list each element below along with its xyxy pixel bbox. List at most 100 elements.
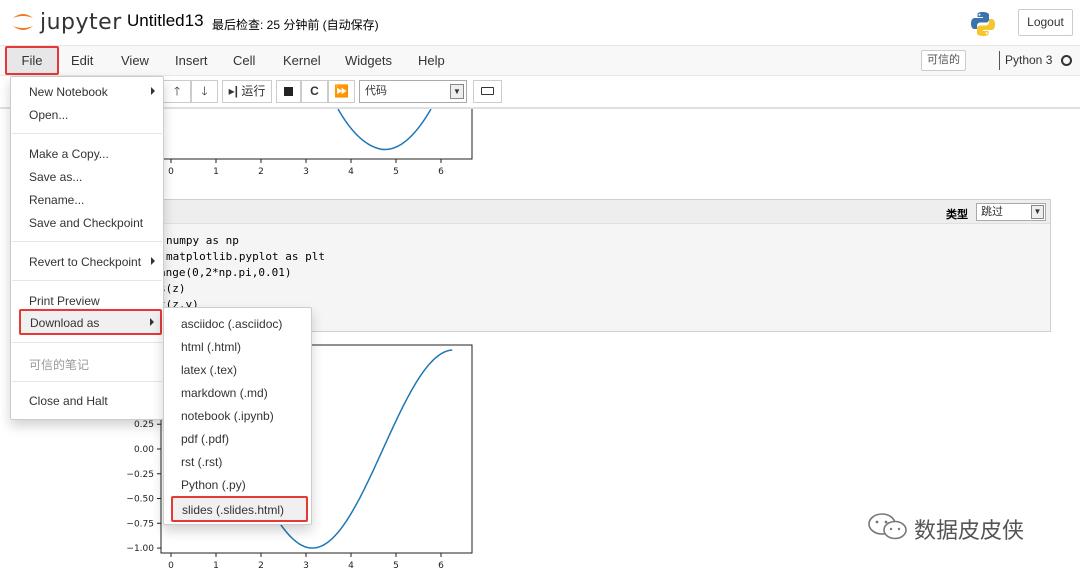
x-tick-label: 3 [303, 561, 309, 571]
menu-item-rename[interactable]: Rename... [29, 193, 84, 207]
menu-item-save-checkpoint[interactable]: Save and Checkpoint [29, 216, 143, 230]
fast-forward-icon: ⏩ [334, 84, 349, 98]
menu-help[interactable]: Help [418, 53, 445, 68]
y-tick-label: −0.75 [126, 519, 154, 529]
download-python[interactable]: Python (.py) [181, 478, 246, 492]
top-plot: 0 1 2 3 4 5 6 [160, 109, 473, 177]
logout-button[interactable]: Logout [1018, 9, 1073, 36]
menu-widgets[interactable]: Widgets [345, 53, 392, 68]
stop-icon [284, 87, 293, 96]
trusted-indicator[interactable]: 可信的 [921, 50, 966, 71]
wechat-icon [868, 513, 907, 540]
download-rst[interactable]: rst (.rst) [181, 455, 222, 469]
jupyter-logo-icon [13, 14, 33, 30]
menu-item-download-as[interactable]: Download as [19, 309, 162, 335]
code-line-2: matplotlib.pyplot as plt [166, 250, 325, 263]
menubar: File Edit View Insert Cell Kernel Widget… [0, 45, 1080, 76]
menu-item-save-as[interactable]: Save as... [29, 170, 82, 184]
download-as-label: Download as [30, 316, 100, 330]
x-tick-label: 1 [213, 167, 219, 177]
interrupt-button[interactable] [276, 80, 301, 103]
header: jupyter Untitled13 最后检查: 25 分钟前 (自动保存) L… [0, 0, 1080, 45]
y-tick-label: 0.25 [134, 420, 154, 430]
notebook-title[interactable]: Untitled13 [127, 11, 204, 31]
restart-icon: C [310, 84, 319, 98]
watermark-text: 数据皮皮侠 [914, 519, 1025, 544]
run-button[interactable]: ▸| 运行 [222, 80, 272, 103]
x-tick-label: 5 [393, 167, 399, 177]
cell-type-select[interactable]: 代码 ▼ [359, 80, 467, 103]
divider [12, 241, 162, 242]
divider [12, 280, 162, 281]
menu-item-new-notebook[interactable]: New Notebook [29, 85, 108, 99]
x-tick-label: 2 [258, 167, 264, 177]
cell-toolbar: 类型 跳过 ▼ [76, 200, 1050, 224]
x-tick-label: 6 [438, 561, 444, 571]
cell-type-value: 代码 [365, 85, 387, 97]
arrow-down-icon: 🡓 [201, 84, 208, 98]
download-asciidoc[interactable]: asciidoc (.asciidoc) [181, 317, 282, 331]
select-arrow-icon: ▼ [1031, 205, 1044, 219]
y-tick-label: 0.00 [134, 445, 154, 455]
y-tick-label: −0.25 [126, 470, 154, 480]
restart-button[interactable]: C [301, 80, 328, 103]
menu-cell[interactable]: Cell [233, 53, 255, 68]
x-tick-label: 0 [168, 167, 174, 177]
slide-type-label: 类型 [946, 209, 968, 221]
divider [12, 342, 162, 343]
move-up-button[interactable]: 🡑 [163, 80, 191, 103]
restart-run-all-button[interactable]: ⏩ [328, 80, 355, 103]
menu-view[interactable]: View [121, 53, 149, 68]
menu-kernel[interactable]: Kernel [283, 53, 321, 68]
download-notebook[interactable]: notebook (.ipynb) [181, 409, 274, 423]
keyboard-icon [481, 87, 494, 95]
y-tick-label: −1.00 [126, 544, 154, 554]
menu-item-trusted-notebook[interactable]: 可信的笔记 [29, 356, 89, 373]
kernel-divider [999, 51, 1000, 70]
download-html[interactable]: html (.html) [181, 340, 241, 354]
code-line: numpy as np [166, 234, 239, 247]
checkpoint-status: 最后检查: 25 分钟前 (自动保存) [212, 18, 379, 32]
x-tick-label: 6 [438, 167, 444, 177]
menu-edit[interactable]: Edit [71, 53, 93, 68]
select-arrow-icon: ▼ [450, 84, 464, 99]
submenu-arrow-icon [150, 318, 154, 326]
arrow-up-icon: 🡑 [173, 84, 181, 98]
download-slides[interactable]: slides (.slides.html) [171, 496, 308, 522]
menu-insert[interactable]: Insert [175, 53, 208, 68]
file-menu-dropdown: New Notebook Open... Make a Copy... Save… [10, 76, 164, 420]
kernel-name: Python 3 [1005, 53, 1053, 67]
logo-text: jupyter [40, 10, 122, 35]
x-tick-label: 4 [348, 561, 354, 571]
x-tick-label: 0 [168, 561, 174, 571]
code-line-1: numpy as np [166, 234, 239, 247]
top-plot-frame [160, 109, 473, 160]
slide-type-value: 跳过 [981, 206, 1003, 218]
run-label: 运行 [241, 84, 266, 98]
y-tick-label: −0.50 [126, 495, 154, 505]
x-tick-label: 2 [258, 561, 264, 571]
x-tick-label: 4 [348, 167, 354, 177]
slide-type-select[interactable]: 跳过 ▼ [976, 203, 1046, 221]
menu-item-revert-checkpoint[interactable]: Revert to Checkpoint [29, 255, 141, 269]
download-markdown[interactable]: markdown (.md) [181, 386, 268, 400]
menu-item-print-preview[interactable]: Print Preview [29, 294, 100, 308]
code-line-3: ange(0,2*np.pi,0.01) [159, 266, 292, 279]
download-slides-label: slides (.slides.html) [182, 503, 285, 517]
menu-item-open[interactable]: Open... [29, 108, 68, 122]
divider [12, 133, 162, 134]
menu-item-close-halt[interactable]: Close and Halt [29, 394, 108, 408]
x-tick-label: 3 [303, 167, 309, 177]
download-latex[interactable]: latex (.tex) [181, 363, 237, 377]
move-down-button[interactable]: 🡓 [191, 80, 218, 103]
menu-item-make-copy[interactable]: Make a Copy... [29, 147, 109, 161]
download-pdf[interactable]: pdf (.pdf) [181, 432, 229, 446]
step-forward-icon: ▸| [228, 84, 239, 98]
x-tick-label: 5 [393, 561, 399, 571]
command-palette-button[interactable] [473, 80, 502, 103]
download-as-submenu: asciidoc (.asciidoc) html (.html) latex … [163, 307, 312, 525]
divider [12, 381, 162, 382]
watermark: 数据皮皮侠 [866, 511, 1024, 545]
menu-file[interactable]: File [5, 46, 59, 75]
jupyter-logo[interactable]: jupyter [10, 8, 122, 36]
